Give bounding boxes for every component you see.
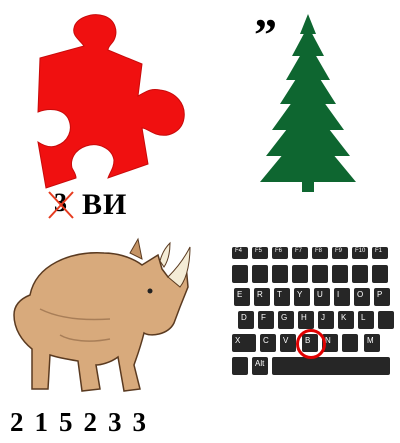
puzzle-piece-icon <box>37 14 185 189</box>
rhino-panel: 2 1 5 2 3 3 <box>0 225 200 443</box>
key: M <box>364 334 380 352</box>
key: F8 <box>312 247 328 259</box>
key: O <box>354 288 370 306</box>
key: C <box>260 334 276 352</box>
key: F4 <box>232 247 248 259</box>
keyboard-icon: F4 F5 F6 F7 F8 F9 F10 F1 E R T Y U I O P… <box>232 247 396 395</box>
key: V <box>280 334 296 352</box>
number-digit: 5 <box>59 407 73 437</box>
key: U <box>314 288 330 306</box>
crossed-digit: 3 <box>48 188 74 220</box>
key <box>342 334 358 352</box>
key <box>232 265 248 283</box>
highlight-circle <box>296 329 326 359</box>
key <box>272 357 390 375</box>
key: K <box>338 311 354 329</box>
key: F1 <box>372 247 388 259</box>
puzzle-caption: 3 ВИ <box>48 188 127 222</box>
key: F10 <box>352 247 368 259</box>
number-digit: 2 <box>83 407 98 437</box>
puzzle-panel: 3 ВИ <box>0 0 200 225</box>
key: D <box>238 311 254 329</box>
key: H <box>298 311 314 329</box>
key: P <box>374 288 390 306</box>
number-sequence: 2 1 5 2 3 3 <box>10 407 146 438</box>
key: F9 <box>332 247 348 259</box>
key <box>292 265 308 283</box>
key: Y <box>294 288 310 306</box>
key <box>378 311 394 329</box>
key: E <box>234 288 250 306</box>
key <box>332 265 348 283</box>
key: F5 <box>252 247 268 259</box>
cross-out-icon <box>48 191 74 219</box>
key <box>252 265 268 283</box>
key: J <box>318 311 334 329</box>
rhino-icon <box>13 237 191 392</box>
key <box>352 265 368 283</box>
key <box>372 265 388 283</box>
tree-panel: ” <box>200 0 400 225</box>
keyboard-panel: F4 F5 F6 F7 F8 F9 F10 F1 E R T Y U I O P… <box>200 225 400 443</box>
key: F7 <box>292 247 308 259</box>
key: F <box>258 311 274 329</box>
key: F6 <box>272 247 288 259</box>
key: G <box>278 311 294 329</box>
number-digit: 1 <box>34 407 49 437</box>
key: Alt <box>252 357 268 375</box>
key <box>232 357 248 375</box>
puzzle-word: ВИ <box>82 188 128 221</box>
key: X <box>232 334 256 352</box>
key: T <box>274 288 290 306</box>
key: R <box>254 288 270 306</box>
number-digit: 2 <box>10 407 24 437</box>
fir-tree-icon <box>260 14 356 192</box>
key: L <box>358 311 374 329</box>
key: I <box>334 288 350 306</box>
number-digit: 3 <box>108 407 122 437</box>
key <box>272 265 288 283</box>
key <box>312 265 328 283</box>
number-digit: 3 <box>132 407 147 437</box>
